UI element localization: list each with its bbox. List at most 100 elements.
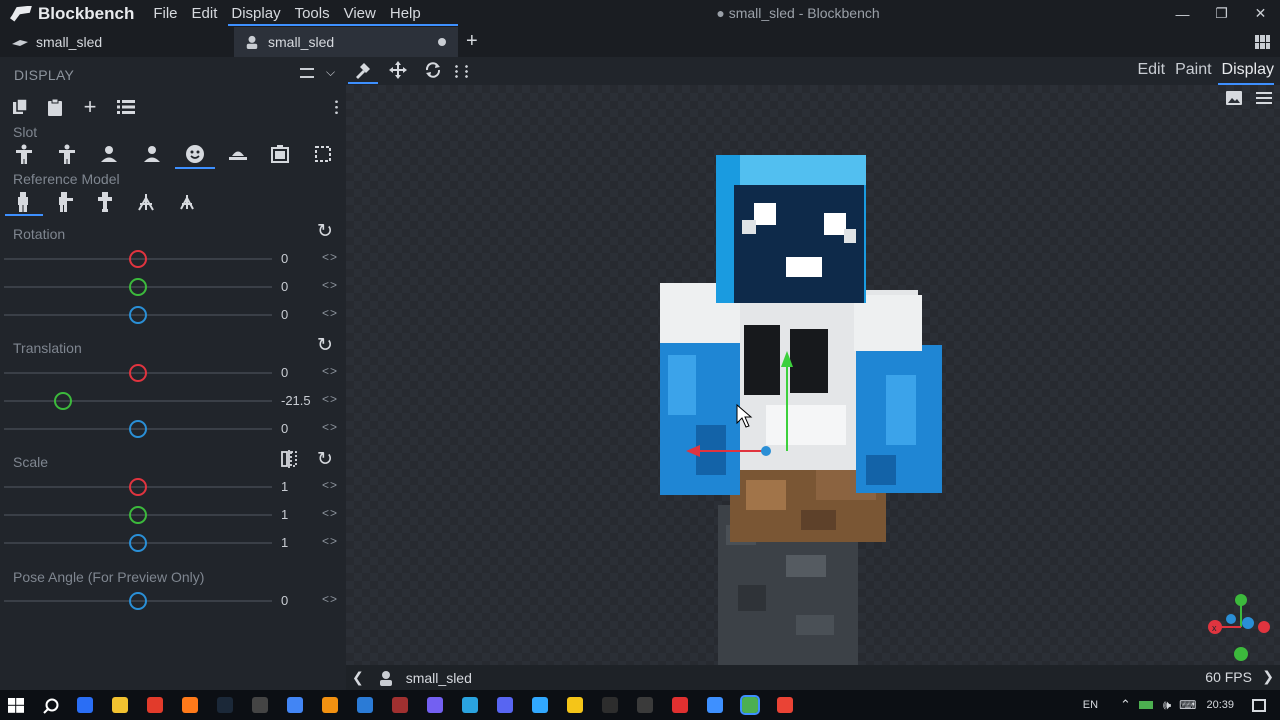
menu-display[interactable]: Display [224,0,287,27]
taskbar-app-icon[interactable] [252,697,268,713]
slider-value[interactable]: 0 [272,421,312,436]
slider-value[interactable]: 1 [272,535,312,550]
slider-track[interactable] [4,400,272,402]
taskbar-app-icon[interactable] [217,697,233,713]
menu-tools[interactable]: Tools [288,0,337,27]
more-options-icon[interactable] [335,99,338,115]
scale-x-slider[interactable]: 1 <> [0,473,346,501]
slot-head-icon[interactable] [183,143,207,165]
slider-knob[interactable] [129,478,147,496]
clock[interactable]: 20:39 [1206,699,1234,711]
rotate-tool-icon[interactable] [421,59,445,81]
tray-app-icon[interactable] [1138,701,1153,709]
taskbar-app-icon[interactable] [497,697,513,713]
translation-y-slider[interactable]: -21.5 <> [0,387,346,415]
panel-menu-icon[interactable] [300,68,314,78]
translation-x-slider[interactable]: 0 <> [0,359,346,387]
slider-value[interactable]: 0 [272,307,312,322]
slider-knob[interactable] [129,534,147,552]
translation-z-slider[interactable]: 0 <> [0,415,346,443]
slider-arrows-icon[interactable]: <> [322,278,338,292]
slider-knob[interactable] [129,592,147,610]
pivot-tool-icon[interactable] [351,59,375,81]
menu-file[interactable]: File [146,0,184,27]
slider-arrows-icon[interactable]: <> [322,392,338,406]
reference-armor-stand-icon[interactable] [93,191,117,213]
taskbar-app-icon[interactable] [707,697,723,713]
windows-start-icon[interactable] [8,698,24,713]
rotation-x-slider[interactable]: 0 <> [0,245,346,273]
slider-knob[interactable] [129,306,147,324]
slider-knob[interactable] [129,420,147,438]
slider-knob[interactable] [129,250,147,268]
rotation-z-slider[interactable]: 0 <> [0,301,346,329]
taskbar-app-icon[interactable] [322,697,338,713]
tab-small-sled-2[interactable]: small_sled [234,27,458,57]
mirror-scale-icon[interactable] [279,449,299,469]
language-indicator[interactable]: EN [1083,699,1098,711]
scale-y-slider[interactable]: 1 <> [0,501,346,529]
volume-icon[interactable]: 🕪 [1163,697,1171,713]
notifications-icon[interactable] [1252,698,1266,712]
new-tab-button[interactable]: + [466,30,478,53]
taskbar-app-icon[interactable] [567,697,583,713]
taskbar-app-icon[interactable] [532,697,548,713]
slot-firstperson-right-icon[interactable] [97,143,121,165]
slider-value[interactable]: 0 [272,593,312,608]
slider-arrows-icon[interactable]: <> [322,506,338,520]
slot-fixed-icon[interactable] [268,143,292,165]
taskbar-app-icon[interactable] [112,697,128,713]
slot-thirdperson-right-icon[interactable] [12,143,36,165]
collapse-chevron-icon[interactable]: ⌵ [326,65,335,80]
slot-thirdperson-left-icon[interactable] [55,143,79,165]
reference-stand-small-icon[interactable] [175,191,199,213]
slider-arrows-icon[interactable]: <> [322,364,338,378]
slot-ground-icon[interactable] [226,143,250,165]
menu-view[interactable]: View [337,0,383,27]
tab-small-sled-1[interactable]: small_sled [12,27,232,57]
taskbar-app-icon[interactable] [147,697,163,713]
slider-arrows-icon[interactable]: <> [322,420,338,434]
pose-angle-slider[interactable]: 0 <> [0,587,346,615]
taskbar-app-icon[interactable] [602,697,618,713]
reset-rotation-icon[interactable]: ↻ [315,221,335,242]
maximize-button[interactable]: ❐ [1202,0,1241,27]
chevron-right-icon[interactable]: ❯ [1262,668,1274,685]
slider-value[interactable]: 0 [272,251,312,266]
menu-help[interactable]: Help [383,0,428,27]
chevron-left-icon[interactable]: ❮ [352,669,364,686]
taskbar-app-icon[interactable] [182,697,198,713]
reference-baby-icon[interactable] [134,191,158,213]
reference-player-icon[interactable] [11,191,35,213]
taskbar-app-icon[interactable] [427,697,443,713]
taskbar-app-icon[interactable] [740,695,760,715]
taskbar-app-icon[interactable] [77,697,93,713]
taskbar-app-icon[interactable] [462,697,478,713]
search-icon[interactable] [43,698,59,714]
ime-icon[interactable]: ⌨ [1179,698,1196,712]
toolbar-more-icon-2[interactable] [465,64,468,78]
mode-paint-tab[interactable]: Paint [1175,61,1211,79]
toolbar-more-icon[interactable] [455,64,458,78]
slider-knob[interactable] [129,506,147,524]
mode-edit-tab[interactable]: Edit [1137,61,1165,79]
reference-zombie-icon[interactable] [52,191,76,213]
taskbar-app-icon[interactable] [777,697,793,713]
slider-arrows-icon[interactable]: <> [322,250,338,264]
close-button[interactable]: ✕ [1241,0,1280,27]
slot-gui-icon[interactable] [311,143,335,165]
3d-viewport[interactable]: x [346,85,1280,665]
minimize-button[interactable]: — [1163,0,1202,27]
slider-arrows-icon[interactable]: <> [322,478,338,492]
move-tool-icon[interactable] [386,59,410,81]
taskbar-app-icon[interactable] [357,697,373,713]
taskbar-app-icon[interactable] [287,697,303,713]
slider-arrows-icon[interactable]: <> [322,592,338,606]
taskbar-app-icon[interactable] [392,697,408,713]
slider-knob[interactable] [129,364,147,382]
paste-icon[interactable] [43,96,67,118]
unsaved-dot-icon[interactable] [438,38,446,46]
slider-knob[interactable] [53,392,72,410]
menu-edit[interactable]: Edit [185,0,225,27]
reset-translation-icon[interactable]: ↻ [315,335,335,356]
